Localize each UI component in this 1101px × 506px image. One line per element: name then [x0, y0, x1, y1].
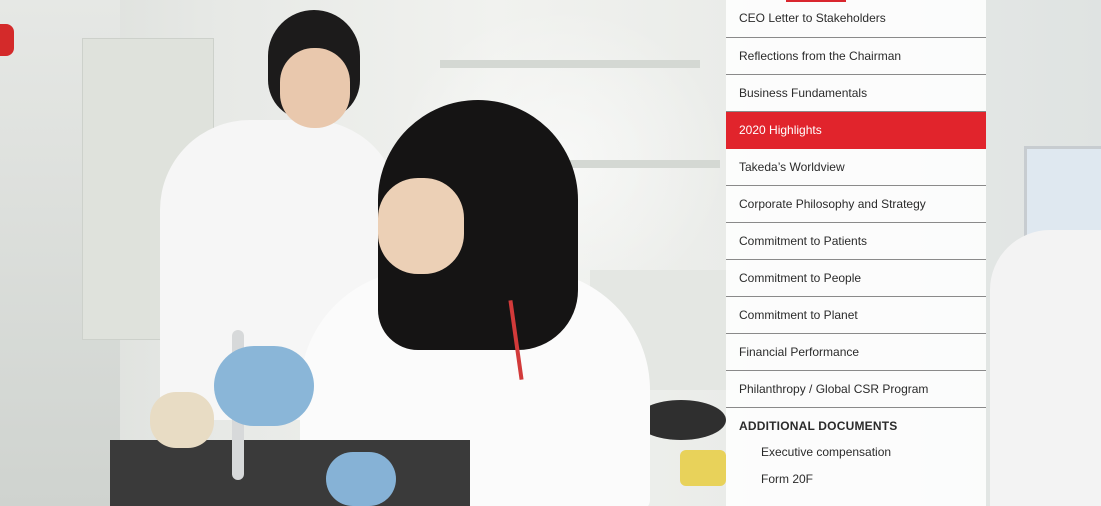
navigation-menu: CEO Letter to Stakeholders Reflections f…: [726, 0, 986, 506]
link-executive-compensation[interactable]: Executive compensation: [726, 439, 986, 466]
menu-item-business-fundamentals[interactable]: Business Fundamentals: [726, 75, 986, 112]
menu-item-worldview[interactable]: Takeda’s Worldview: [726, 149, 986, 186]
menu-item-commitment-patients[interactable]: Commitment to Patients: [726, 223, 986, 260]
scientist-back-face: [280, 48, 350, 128]
glove-back: [150, 392, 214, 448]
red-equipment-detail: [0, 24, 14, 56]
lab-shelf: [440, 60, 700, 68]
menu-list: CEO Letter to Stakeholders Reflections f…: [726, 0, 986, 408]
glove-holding-vial: [326, 452, 396, 506]
menu-item-2020-highlights[interactable]: 2020 Highlights: [726, 112, 986, 149]
yellow-container: [680, 450, 726, 486]
scientist-front-face: [378, 178, 464, 274]
glove-holding-pipette: [214, 346, 314, 426]
menu-item-philosophy-strategy[interactable]: Corporate Philosophy and Strategy: [726, 186, 986, 223]
menu-item-commitment-planet[interactable]: Commitment to Planet: [726, 297, 986, 334]
menu-item-philanthropy-csr[interactable]: Philanthropy / Global CSR Program: [726, 371, 986, 408]
lab-coat-right: [990, 230, 1101, 506]
menu-top-accent: [786, 0, 846, 2]
menu-item-chairman-reflections[interactable]: Reflections from the Chairman: [726, 38, 986, 75]
menu-item-financial-performance[interactable]: Financial Performance: [726, 334, 986, 371]
lab-bench: [110, 440, 470, 506]
additional-documents-heading: ADDITIONAL DOCUMENTS: [739, 419, 898, 433]
link-form-20f[interactable]: Form 20F: [726, 466, 986, 493]
menu-item-ceo-letter[interactable]: CEO Letter to Stakeholders: [726, 0, 986, 38]
menu-item-commitment-people[interactable]: Commitment to People: [726, 260, 986, 297]
